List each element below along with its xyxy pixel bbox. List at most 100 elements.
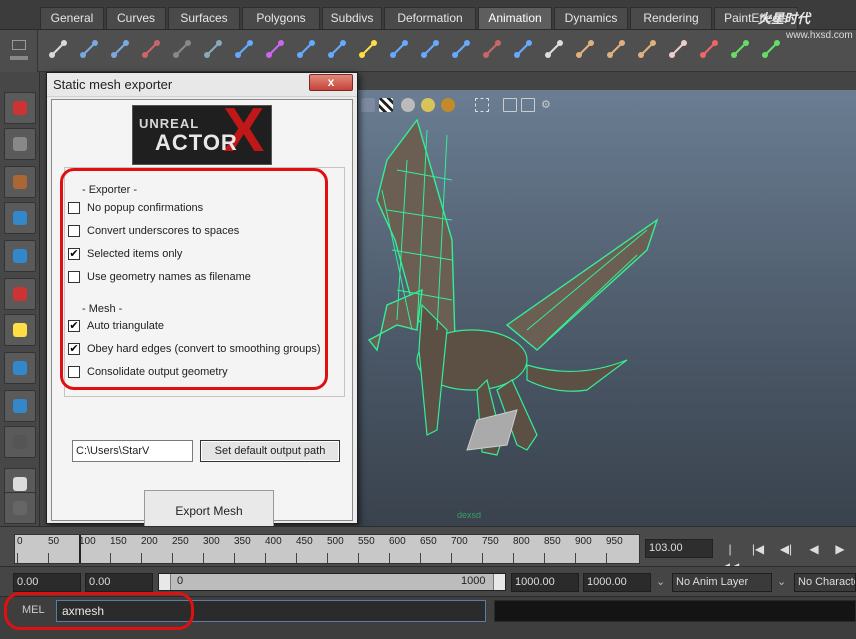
tick-label: 950 — [606, 536, 623, 547]
show-manip-icon[interactable] — [4, 390, 36, 422]
current-frame-field[interactable]: 103.00 — [645, 539, 713, 558]
tick-label: 750 — [482, 536, 499, 547]
shelf-tool-4-icon[interactable] — [168, 35, 196, 65]
isolate-icon[interactable] — [503, 98, 517, 112]
playback-end-field[interactable]: 1000.00 — [511, 573, 579, 592]
tick-label: 150 — [110, 536, 127, 547]
chevron-down-icon[interactable]: ⌄ — [777, 575, 786, 588]
shelf-tool-2-icon[interactable] — [106, 35, 134, 65]
select-region-icon[interactable] — [475, 98, 489, 112]
shelf-tool-1-icon[interactable] — [75, 35, 103, 65]
tab-rendering[interactable]: Rendering — [630, 7, 712, 29]
tab-general[interactable]: General — [40, 7, 104, 29]
shelf-icon-bar — [38, 30, 856, 72]
soft-mod-icon[interactable] — [4, 352, 36, 384]
shelf-tool-19-icon[interactable] — [633, 35, 661, 65]
tick-label: 600 — [389, 536, 406, 547]
highlight-options-box — [60, 168, 328, 390]
tab-dynamics[interactable]: Dynamics — [554, 7, 628, 29]
tick-mark — [482, 553, 483, 563]
checker-icon[interactable] — [379, 98, 393, 112]
anim-layer-dropdown[interactable]: No Anim Layer — [672, 573, 772, 592]
sphere-gray-icon[interactable] — [401, 98, 415, 112]
rotate-tool-icon[interactable] — [4, 240, 36, 272]
go-to-start-button[interactable]: |◀◀ — [720, 540, 740, 574]
shelf-tool-18-icon[interactable] — [602, 35, 630, 65]
shelf-tool-20-icon[interactable] — [664, 35, 692, 65]
share-icon[interactable]: ⚙ — [541, 98, 555, 112]
shelf-tool-23-icon[interactable] — [757, 35, 785, 65]
tick-mark — [606, 553, 607, 563]
current-time-marker[interactable] — [79, 535, 81, 563]
tick-label: 100 — [79, 536, 96, 547]
last-tool-icon[interactable] — [4, 426, 36, 458]
dragon-wireframe[interactable] — [357, 90, 856, 526]
move-tool-icon[interactable] — [4, 202, 36, 234]
shelf-tool-14-icon[interactable] — [478, 35, 506, 65]
tick-label: 700 — [451, 536, 468, 547]
step-back-key-button[interactable]: |◀ — [748, 540, 768, 558]
range-slider[interactable]: 0 1000 — [158, 573, 506, 591]
tick-mark — [327, 553, 328, 563]
play-backward-button[interactable]: ◀ — [804, 540, 824, 558]
step-back-frame-button[interactable]: ◀| — [776, 540, 796, 558]
shelf-tool-12-icon[interactable] — [416, 35, 444, 65]
tab-polygons[interactable]: Polygons — [242, 7, 320, 29]
shelf-tool-7-icon[interactable] — [261, 35, 289, 65]
tick-mark — [389, 553, 390, 563]
end-time-field[interactable]: 1000.00 — [583, 573, 651, 592]
time-ruler[interactable]: 0 50 100 150 200 250 300 350 400 450 500 550 600 650 7… — [14, 534, 640, 564]
shelf-menu-icon[interactable] — [12, 40, 26, 50]
divider — [64, 400, 345, 401]
paint-tool-icon[interactable] — [4, 166, 36, 198]
tick-label: 300 — [203, 536, 220, 547]
start-time-field[interactable]: 0.00 — [13, 573, 81, 592]
manipulator-icon[interactable] — [4, 314, 36, 346]
chevron-down-icon[interactable]: ⌄ — [656, 575, 665, 588]
playback-start-field[interactable]: 0.00 — [85, 573, 153, 592]
scale-tool-icon[interactable] — [4, 278, 36, 310]
shelf-tool-16-icon[interactable] — [540, 35, 568, 65]
output-path-input[interactable]: C:\Users\StarV — [72, 440, 193, 462]
tab-surfaces[interactable]: Surfaces — [168, 7, 240, 29]
range-handle-end[interactable] — [493, 574, 505, 590]
close-button[interactable]: x — [309, 74, 353, 91]
shelf-handle-icon[interactable] — [10, 56, 28, 60]
shelf-tool-17-icon[interactable] — [571, 35, 599, 65]
shelf-tool-0-icon[interactable] — [44, 35, 72, 65]
tick-mark — [265, 553, 266, 563]
play-forward-button[interactable]: ▶ — [830, 540, 850, 558]
shelf-tool-6-icon[interactable] — [230, 35, 258, 65]
frame-icon[interactable] — [521, 98, 535, 112]
shelf-tool-11-icon[interactable] — [385, 35, 413, 65]
tab-animation[interactable]: Animation — [478, 7, 552, 29]
sphere-yellow-icon[interactable] — [421, 98, 435, 112]
shelf-tool-5-icon[interactable] — [199, 35, 227, 65]
shelf-tool-22-icon[interactable] — [726, 35, 754, 65]
cube-icon[interactable] — [361, 98, 375, 112]
tab-curves[interactable]: Curves — [106, 7, 166, 29]
shelf-tool-13-icon[interactable] — [447, 35, 475, 65]
tick-mark — [513, 553, 514, 563]
layout-alt-icon[interactable] — [4, 492, 36, 524]
tick-label: 800 — [513, 536, 530, 547]
range-handle-start[interactable] — [159, 574, 171, 590]
select-tool-icon[interactable] — [4, 92, 36, 124]
set-default-path-button[interactable]: Set default output path — [200, 440, 340, 462]
tick-mark — [544, 553, 545, 563]
sphere-orange-icon[interactable] — [441, 98, 455, 112]
shelf-tool-10-icon[interactable] — [354, 35, 382, 65]
shelf-tool-21-icon[interactable] — [695, 35, 723, 65]
tab-subdivs[interactable]: Subdivs — [322, 7, 382, 29]
tab-deformation[interactable]: Deformation — [384, 7, 476, 29]
command-result-field — [494, 600, 856, 622]
viewport-panel[interactable]: dexsd — [357, 90, 856, 526]
shelf-tool-8-icon[interactable] — [292, 35, 320, 65]
highlight-command-box — [4, 592, 194, 630]
lasso-tool-icon[interactable] — [4, 128, 36, 160]
tick-label: 500 — [327, 536, 344, 547]
character-dropdown[interactable]: No Character — [794, 573, 856, 592]
shelf-tool-3-icon[interactable] — [137, 35, 165, 65]
shelf-tool-15-icon[interactable] — [509, 35, 537, 65]
shelf-tool-9-icon[interactable] — [323, 35, 351, 65]
